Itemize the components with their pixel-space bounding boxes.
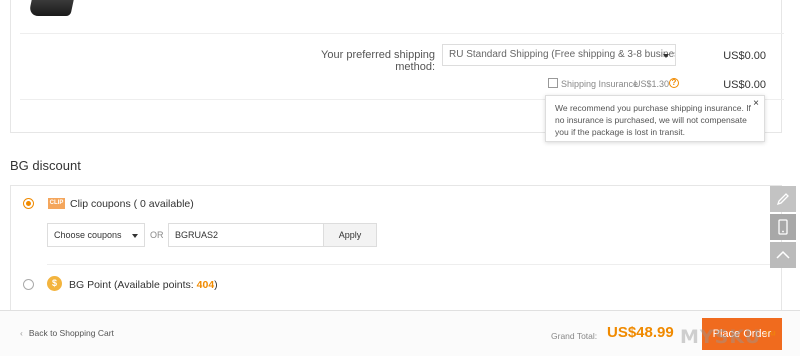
side-toolbar (770, 186, 800, 270)
insurance-label: Shipping Insurance (561, 79, 639, 89)
mobile-icon[interactable] (770, 214, 796, 240)
or-separator: OR (150, 230, 164, 240)
watermark-text: MYSKU (680, 326, 762, 348)
bg-point-text: BG Point (Available points: (69, 279, 197, 291)
section-title: BG discount (10, 158, 81, 173)
grand-total-label: Grand Total: (551, 331, 598, 341)
choose-coupons-select[interactable]: Choose coupons (47, 223, 145, 247)
grand-total-amount: US$48.99 (607, 324, 674, 341)
shipping-price: US$0.00 (723, 50, 766, 62)
chevron-left-icon: ‹ (20, 328, 23, 338)
coin-icon: $ (47, 276, 62, 291)
tooltip-text: We recommend you purchase shipping insur… (555, 103, 751, 137)
available-points: 404 (196, 279, 215, 291)
shipping-method-select[interactable]: RU Standard Shipping (Free shipping & 3-… (442, 44, 676, 66)
edit-icon[interactable] (770, 186, 796, 212)
coupon-radio[interactable] (23, 198, 34, 209)
caret-down-icon (132, 234, 138, 238)
bg-point-label: BG Point (Available points: 404) (69, 279, 218, 291)
shipping-method-label: Your preferred shipping method: (321, 49, 435, 73)
back-to-top-icon[interactable] (770, 242, 796, 268)
coupon-icon: CLIP (48, 198, 65, 209)
watermark: MYSKU.ru (680, 326, 777, 348)
back-to-cart-link[interactable]: ‹ Back to Shopping Cart (20, 328, 114, 338)
coupon-label: Clip coupons ( 0 available) (70, 198, 194, 210)
watermark-suffix: .ru (761, 328, 777, 338)
insurance-checkbox[interactable] (548, 78, 558, 88)
question-circle-icon[interactable]: ? (669, 78, 679, 88)
caret-down-icon (663, 54, 669, 58)
close-icon[interactable]: × (753, 98, 759, 110)
back-to-cart-label: Back to Shopping Cart (28, 328, 114, 338)
bg-point-radio[interactable] (23, 279, 34, 290)
divider (20, 33, 784, 34)
divider (47, 264, 782, 265)
apply-button[interactable]: Apply (323, 223, 377, 247)
insurance-price: US$0.00 (723, 79, 766, 91)
insurance-tooltip: We recommend you purchase shipping insur… (545, 95, 765, 142)
coupon-code-input[interactable] (168, 223, 324, 247)
bg-point-close: ) (214, 279, 218, 291)
insurance-amount: US$1.30 (634, 79, 670, 89)
choose-coupons-value: Choose coupons (54, 230, 122, 240)
shipping-method-value: RU Standard Shipping (Free shipping & 3-… (449, 49, 675, 60)
